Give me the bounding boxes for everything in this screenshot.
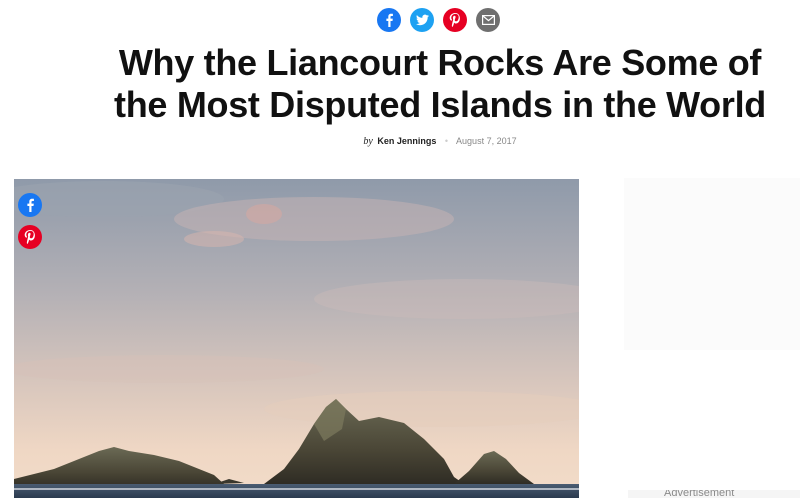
publish-date: August 7, 2017 bbox=[456, 136, 517, 146]
byline-prefix: by bbox=[363, 136, 373, 147]
article-title-line-1: Why the Liancourt Rocks Are Some of bbox=[118, 42, 762, 83]
share-bar-side bbox=[18, 193, 42, 249]
mail-icon bbox=[481, 15, 495, 25]
facebook-icon bbox=[386, 13, 393, 27]
email-share-button[interactable] bbox=[476, 8, 500, 32]
byline-separator: • bbox=[444, 136, 449, 146]
sidebar-promo-text: Advertisement bbox=[664, 490, 735, 498]
pinterest-icon bbox=[449, 13, 460, 27]
facebook-share-button[interactable] bbox=[377, 8, 401, 32]
pinterest-icon bbox=[24, 230, 35, 244]
byline: by Ken Jennings • August 7, 2017 bbox=[0, 136, 800, 147]
article-title: Why the Liancourt Rocks Are Some of the … bbox=[0, 42, 800, 126]
sidebar-promo: Advertisement bbox=[628, 490, 800, 498]
pinterest-share-button[interactable] bbox=[443, 8, 467, 32]
side-pinterest-share-button[interactable] bbox=[18, 225, 42, 249]
share-bar-top bbox=[377, 8, 500, 32]
twitter-icon bbox=[415, 14, 429, 26]
author-link[interactable]: Ken Jennings bbox=[377, 136, 436, 146]
sidebar-ad-placeholder bbox=[624, 178, 800, 350]
hero-image bbox=[14, 179, 579, 498]
article-title-line-2: the Most Disputed Islands in the World bbox=[114, 84, 766, 125]
side-facebook-share-button[interactable] bbox=[18, 193, 42, 217]
facebook-icon bbox=[27, 198, 34, 212]
twitter-share-button[interactable] bbox=[410, 8, 434, 32]
